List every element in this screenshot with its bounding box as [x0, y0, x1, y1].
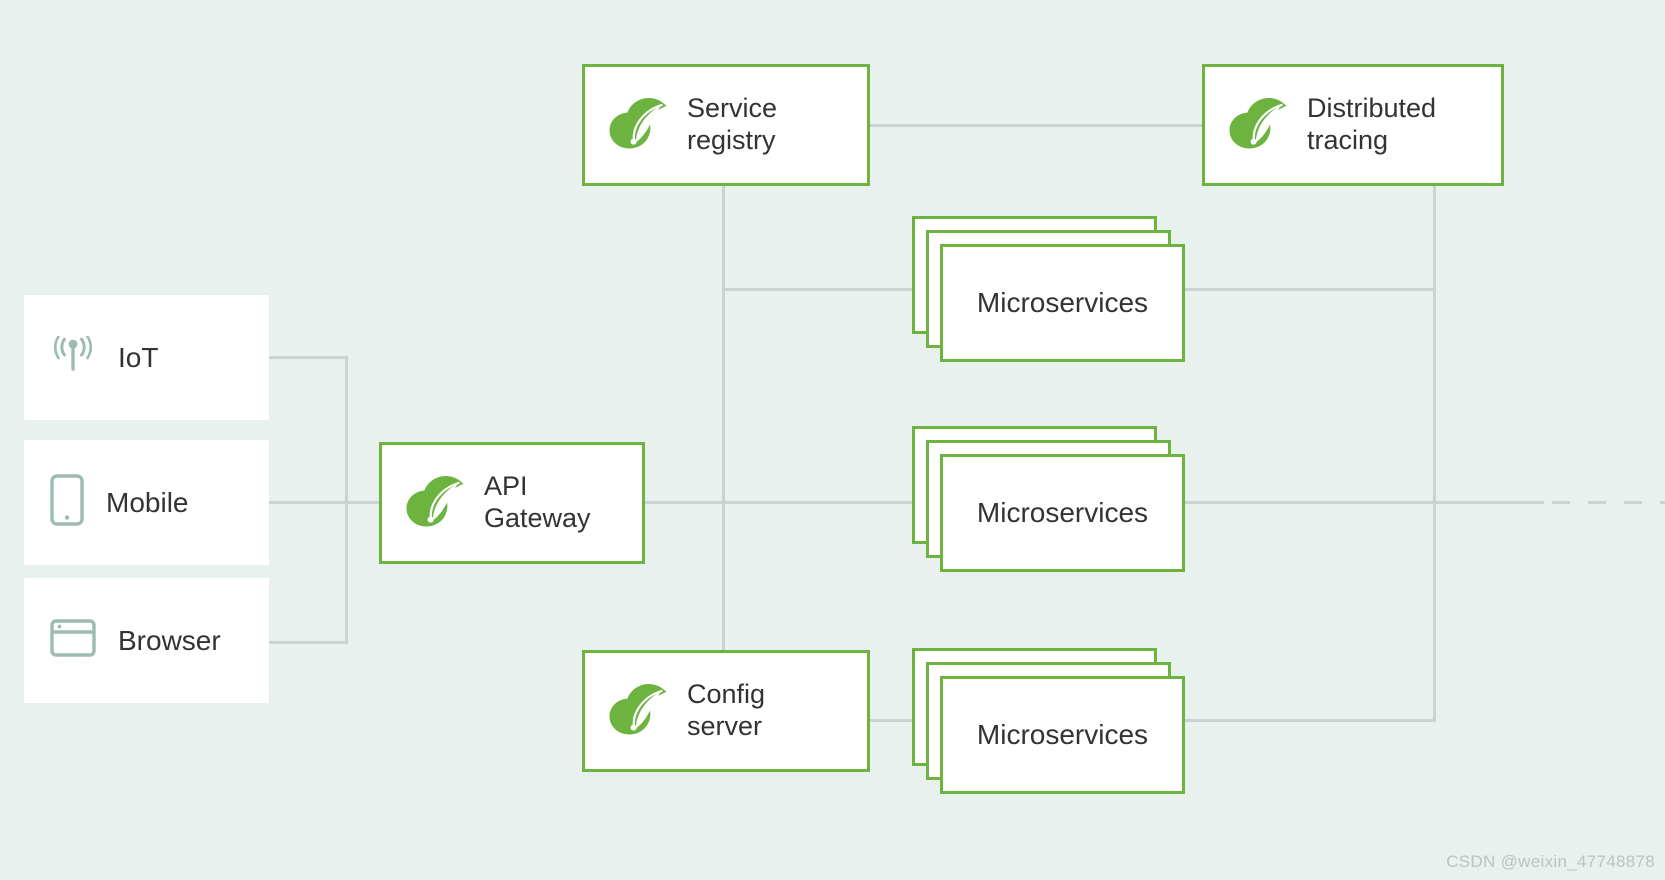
node-label: Config server [687, 679, 766, 741]
node-config-server[interactable]: Config server [582, 650, 870, 772]
spring-leaf-icon [1229, 97, 1287, 154]
microservices-sheet-front[interactable]: Microservices [940, 454, 1185, 572]
connector-iot-to-bus [269, 356, 348, 359]
connector-browser-to-bus [269, 641, 348, 644]
microservices-label: Microservices [976, 719, 1149, 751]
microservices-stack-top[interactable]: Microservices [912, 216, 1185, 362]
spring-leaf-icon [406, 475, 464, 532]
node-label: API Gateway [484, 471, 591, 533]
microservices-stack-bottom[interactable]: Microservices [912, 648, 1185, 794]
node-api-gateway[interactable]: API Gateway [379, 442, 645, 564]
microservices-sheet-front[interactable]: Microservices [940, 244, 1185, 362]
client-card-browser[interactable]: Browser [24, 578, 269, 703]
node-label: Distributed tracing [1307, 93, 1437, 155]
connector-mobile-to-gateway [269, 501, 381, 504]
microservices-stack-middle[interactable]: Microservices [912, 426, 1185, 572]
client-card-label: IoT [118, 341, 159, 373]
connector-microservices-top-to-tracing-bus [1184, 288, 1436, 291]
node-service-registry[interactable]: Service registry [582, 64, 870, 186]
connector-microservices-mid-to-right [1184, 501, 1446, 504]
connector-client-bus [345, 356, 348, 644]
signal-broadcast-icon [50, 335, 96, 379]
connector-registry-to-tracing [868, 124, 1204, 127]
connector-registry-trunk [722, 186, 725, 652]
connector-microservices-bottom-to-tracing-bus [1184, 719, 1436, 722]
connector-right-overflow [1436, 501, 1544, 504]
connector-right-overflow-dashed [1552, 501, 1665, 504]
connector-trunk-to-microservices-top [722, 288, 914, 291]
microservices-label: Microservices [976, 287, 1149, 319]
microservices-sheet-front[interactable]: Microservices [940, 676, 1185, 794]
client-card-label: Browser [118, 624, 221, 656]
watermark-text: CSDN @weixin_47748878 [1446, 852, 1655, 871]
client-card-iot[interactable]: IoT [24, 295, 269, 420]
node-label: Service registry [687, 93, 778, 155]
connector-gateway-to-microservices-mid [643, 501, 940, 504]
mobile-phone-icon [50, 474, 84, 531]
client-card-label: Mobile [106, 486, 189, 518]
node-distributed-tracing[interactable]: Distributed tracing [1202, 64, 1504, 186]
connector-tracing-bus [1433, 186, 1436, 722]
browser-window-icon [50, 618, 96, 663]
diagram-canvas: IoT Mobile Browser Service registry Dist… [0, 0, 1665, 880]
microservices-label: Microservices [976, 497, 1149, 529]
client-card-mobile[interactable]: Mobile [24, 440, 269, 565]
spring-leaf-icon [609, 683, 667, 740]
spring-leaf-icon [609, 97, 667, 154]
